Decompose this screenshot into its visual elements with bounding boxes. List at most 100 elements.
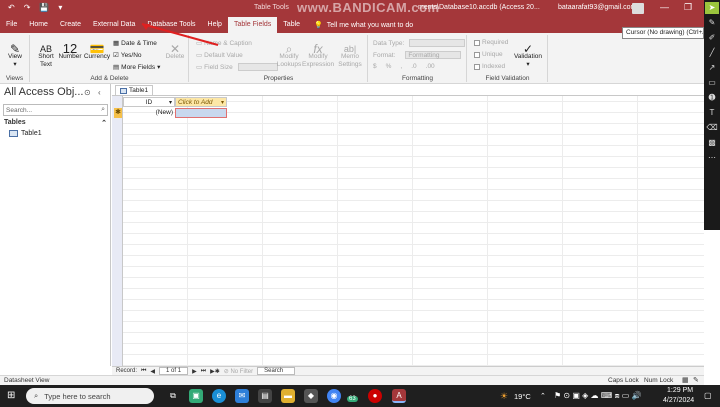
default-value-button[interactable]: ▭ Default Value <box>196 51 243 60</box>
unique-checkbox[interactable]: Unique <box>474 51 503 58</box>
line-tool-icon[interactable]: ╱ <box>705 47 719 59</box>
undo-icon[interactable]: ↶ <box>8 3 15 12</box>
column-header-click-to-add[interactable]: Click to Add ▾ <box>175 97 227 107</box>
customize-qat-icon[interactable]: ▾ <box>58 3 62 12</box>
field-size-input[interactable] <box>237 63 278 71</box>
design-view-icon[interactable]: ✎ <box>693 376 699 384</box>
comma-format-button[interactable]: , <box>400 63 402 70</box>
record-search-input[interactable]: Search <box>257 367 296 375</box>
clock-time[interactable]: 1:29 PM <box>667 387 693 394</box>
app-icon[interactable]: ◆ <box>304 389 318 403</box>
tab-table[interactable]: Table <box>277 17 306 33</box>
mail-icon[interactable]: ✉ <box>235 389 249 403</box>
numbering-tool-icon[interactable]: ➊ <box>705 92 719 104</box>
last-record-button[interactable]: ⏭ <box>201 368 206 375</box>
file-explorer-icon[interactable]: ▬ <box>281 389 295 403</box>
temperature[interactable]: 19°C <box>514 392 531 401</box>
required-checkbox[interactable]: Required <box>474 39 508 46</box>
nav-item-table1[interactable]: Table1 <box>9 130 42 137</box>
increase-decimals-button[interactable]: .0 <box>411 63 416 70</box>
restore-button[interactable]: ❐ <box>684 2 692 13</box>
access-icon[interactable]: A <box>392 389 406 403</box>
nav-menu-icon[interactable]: ⊙ <box>84 88 91 97</box>
minimize-button[interactable]: — <box>660 2 669 12</box>
task-view-icon[interactable]: ⧉ <box>166 389 180 403</box>
avatar[interactable] <box>632 3 644 14</box>
more-icon[interactable]: ⋯ <box>705 152 719 164</box>
yes-no-button[interactable]: ☑ Yes/No <box>113 51 142 60</box>
pen-tool-icon[interactable]: ✎ <box>705 17 719 29</box>
rectangle-tool-icon[interactable]: ▭ <box>705 77 719 89</box>
chevron-down-icon[interactable]: ▾ <box>169 98 172 108</box>
section-header-tables[interactable]: Tables ⌃ <box>4 119 107 127</box>
weather-icon: ☀ <box>500 391 509 401</box>
redo-icon[interactable]: ↷ <box>24 3 31 12</box>
navigation-pane: All Access Obj... ⊙ ‹ Search... ⌕ Tables… <box>0 84 111 366</box>
taskbar-search-input[interactable]: ⌕ Type here to search <box>26 388 154 404</box>
store-icon[interactable]: ▤ <box>258 389 272 403</box>
text-tool-icon[interactable]: T <box>705 107 719 119</box>
clock-date[interactable]: 4/27/2024 <box>663 397 694 404</box>
checkbox <box>474 51 480 58</box>
cursor-tool-icon[interactable]: ➤ <box>705 2 719 14</box>
table-tools-label: Table Tools <box>254 4 289 11</box>
number-button[interactable]: 12 Number <box>57 37 83 61</box>
datasheet-view-icon[interactable]: ▦ <box>682 376 689 384</box>
indexed-checkbox[interactable]: Indexed <box>474 63 505 70</box>
lookup-icon: ⌕ <box>285 42 293 56</box>
validation-button[interactable]: ✓ Validation ▾ <box>512 37 544 69</box>
datasheet-grid[interactable]: ID ▾ Click to Add ▾ ✱ (New) <box>112 95 704 367</box>
percent-format-button[interactable]: % <box>386 63 392 70</box>
document-area: Table1 ID ▾ Click to Add ▾ ✱ (New) <box>112 84 704 367</box>
tab-table-fields[interactable]: Table Fields <box>227 17 278 33</box>
next-record-button[interactable]: ▶ <box>192 368 197 375</box>
tray-icons[interactable]: ⚑ ⊙ ▣ ◈ ☁ ⌨ ⧈ ▭ 🔊 <box>554 391 642 401</box>
edge-icon[interactable]: e <box>212 389 226 403</box>
highlighter-icon[interactable]: ✐ <box>705 32 719 44</box>
show-hidden-icons[interactable]: ⌃ <box>540 392 546 400</box>
tell-me-search[interactable]: 💡 Tell me what you want to do <box>314 21 413 30</box>
chevron-down-icon[interactable]: ▾ <box>221 98 224 108</box>
save-icon[interactable]: 💾 <box>39 3 49 12</box>
tab-create[interactable]: Create <box>54 17 87 33</box>
column-header-id[interactable]: ID ▾ <box>123 97 175 107</box>
previous-record-button[interactable]: ◀ <box>150 368 155 375</box>
record-selector-column[interactable] <box>112 96 123 367</box>
currency-format-button[interactable]: $ <box>373 63 377 70</box>
cell-new-id[interactable]: (New) <box>123 108 175 118</box>
currency-button[interactable]: 💳 Currency <box>83 37 111 61</box>
first-record-button[interactable]: ⏮ <box>141 368 146 375</box>
more-fields-button[interactable]: ▤ More Fields ▾ <box>113 63 160 72</box>
search-input[interactable]: Search... ⌕ <box>3 104 108 116</box>
eraser-icon[interactable]: ⌫ <box>705 122 719 134</box>
decrease-decimals-button[interactable]: .00 <box>426 63 435 70</box>
tab-home[interactable]: Home <box>23 17 54 33</box>
format-select[interactable]: Formatting <box>405 51 462 59</box>
filter-status[interactable]: ⊘ No Filter <box>224 368 253 375</box>
tab-external-data[interactable]: External Data <box>87 17 141 33</box>
new-record-button[interactable]: ▶✱ <box>210 368 220 375</box>
clear-icon[interactable]: ▩ <box>705 137 719 149</box>
cell-new-field[interactable] <box>175 108 227 118</box>
data-type-select[interactable] <box>409 39 466 47</box>
windows-start-icon[interactable]: ⊞ <box>7 390 15 401</box>
tab-file[interactable]: File <box>0 17 23 33</box>
document-tab-table1[interactable]: Table1 <box>115 85 154 95</box>
new-record-icon: ✱ <box>114 108 122 118</box>
modify-lookups-button[interactable]: ⌕ Modify Lookups <box>276 37 302 69</box>
arrow-tool-icon[interactable]: ↗ <box>705 62 719 74</box>
record-position-input[interactable]: 1 of 1 <box>159 367 189 375</box>
view-button[interactable]: ✎ View ▾ <box>4 37 26 69</box>
chrome-icon[interactable]: ◉ <box>327 389 341 403</box>
collapse-pane-icon[interactable]: ‹ <box>98 88 101 97</box>
checkbox <box>474 39 480 46</box>
user-email[interactable]: bataarafat93@gmail.com <box>558 4 636 11</box>
memo-settings-button[interactable]: ab| Memo Settings <box>334 37 366 69</box>
record-icon[interactable]: ● <box>368 389 382 403</box>
short-text-button[interactable]: AB Short Text <box>33 37 59 69</box>
format-label: Format: Formatting <box>373 51 462 59</box>
widgets-icon[interactable]: ▣ <box>189 389 203 403</box>
notifications-icon[interactable]: ▢ <box>704 391 712 400</box>
navigation-pane-title[interactable]: All Access Obj... <box>4 86 83 98</box>
modify-expression-button[interactable]: fx Modify Expression <box>302 37 334 69</box>
